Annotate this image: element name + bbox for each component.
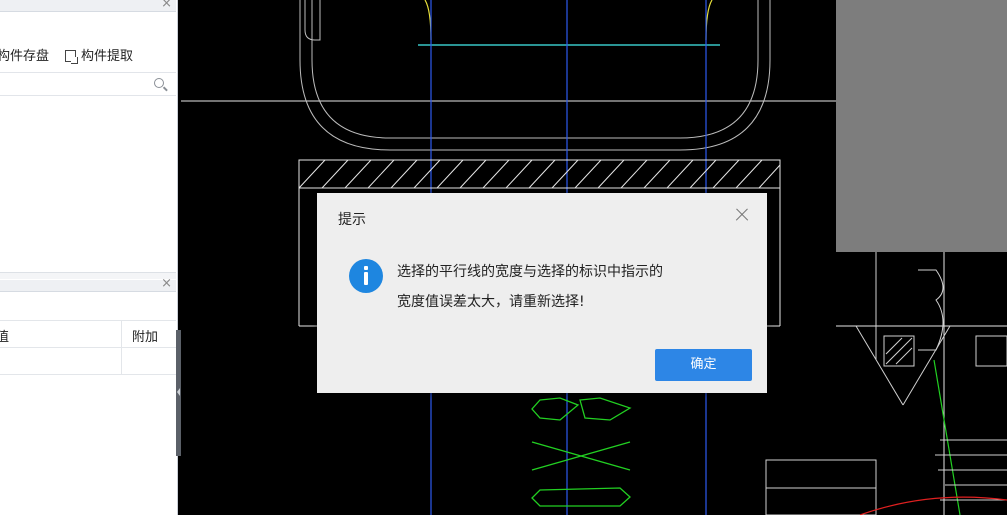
dialog-message-line-1: 选择的平行线的宽度与选择的标识中指示的 xyxy=(397,264,663,280)
column-header-extra: 附加 xyxy=(132,330,159,345)
info-icon xyxy=(349,259,383,293)
table-row[interactable] xyxy=(0,348,176,375)
extract-component-label: 构件提取 xyxy=(81,49,134,64)
alert-dialog: 提示 选择的平行线的宽度与选择的标识中指示的 宽度值误差太大，请重新选择! 确定 xyxy=(317,193,767,393)
left-side-panel: × 构件存盘 构件提取 × 值 附加 xyxy=(0,0,178,515)
save-component-button[interactable]: 构件存盘 xyxy=(0,45,49,64)
search-box[interactable] xyxy=(0,72,176,96)
panel-divider[interactable] xyxy=(0,272,176,279)
search-icon[interactable] xyxy=(154,78,164,88)
column-header-value: 值 xyxy=(0,330,10,345)
dialog-message-line-2: 宽度值误差太大，请重新选择! xyxy=(397,294,585,310)
component-list[interactable] xyxy=(0,96,176,272)
table-header: 值 附加 xyxy=(0,320,176,348)
close-icon[interactable]: × xyxy=(161,276,172,291)
search-input[interactable] xyxy=(4,75,148,95)
close-icon[interactable] xyxy=(733,206,751,224)
panel-title-bar-upper: × xyxy=(0,0,176,12)
component-toolbar: 构件存盘 构件提取 xyxy=(0,40,176,68)
panel-title-bar-lower: × xyxy=(0,276,176,292)
dialog-message: 选择的平行线的宽度与选择的标识中指示的 宽度值误差太大，请重新选择! xyxy=(397,257,747,317)
extract-component-button[interactable]: 构件提取 xyxy=(65,45,133,64)
extract-icon xyxy=(65,50,78,64)
ok-button[interactable]: 确定 xyxy=(655,349,752,381)
property-table: 值 附加 xyxy=(0,320,176,375)
dialog-title: 提示 xyxy=(338,212,366,228)
close-icon[interactable]: × xyxy=(161,0,172,11)
